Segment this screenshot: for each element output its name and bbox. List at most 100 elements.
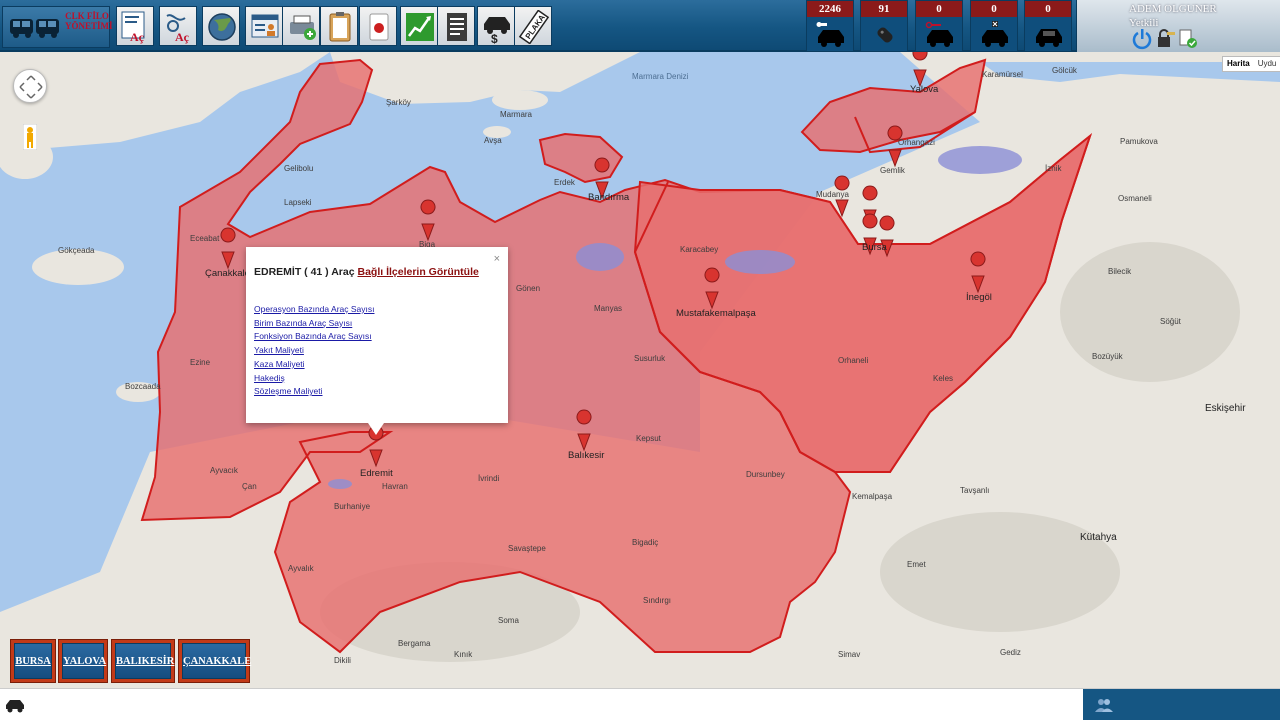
map-label: Avşa — [484, 136, 502, 145]
map-view[interactable]: Marmara Denizi Bursa Balıkesir Edremit B… — [0, 52, 1280, 688]
map-label: Eceabat — [190, 234, 220, 243]
stat-value: 91 — [861, 1, 907, 17]
map-label: Gelibolu — [284, 164, 314, 173]
stat-keys[interactable]: 91 — [860, 0, 908, 52]
key-icon — [877, 27, 893, 43]
map-label: Bandırma — [588, 192, 630, 203]
map-label: Susurluk — [634, 354, 666, 363]
province-button-label: ÇANAKKALE — [182, 643, 251, 679]
popup-report-link[interactable]: Birim Bazında Araç Sayısı — [254, 317, 374, 331]
map-type-map[interactable]: Harita — [1223, 57, 1254, 71]
alert-button[interactable] — [359, 6, 397, 46]
map-label: İvrindi — [478, 474, 500, 483]
user-card-button[interactable] — [245, 6, 283, 46]
popup-districts-link[interactable]: Bağlı İlçelerin Görüntüle — [357, 266, 478, 278]
street-view-pegman-icon[interactable] — [23, 124, 37, 150]
map-type-satellite[interactable]: Uydu — [1254, 57, 1280, 71]
add-vehicle-button[interactable] — [282, 6, 320, 46]
map-label: Bozcaada — [125, 382, 161, 391]
map-label: Havran — [382, 482, 408, 491]
map-label: Ezine — [190, 358, 211, 367]
stat-total-vehicles[interactable]: 2246 — [806, 0, 854, 52]
bottom-user-panel[interactable] — [1083, 689, 1280, 720]
province-button-canakkale[interactable]: ÇANAKKALE — [178, 639, 251, 683]
popup-report-link[interactable]: Kaza Maliyeti — [254, 358, 374, 372]
map-pan-control[interactable] — [13, 69, 47, 103]
map-label: Karamürsel — [982, 70, 1023, 79]
map-label: Dikili — [334, 656, 351, 665]
map-label: Emet — [907, 560, 926, 569]
map-label: Yalova — [910, 84, 939, 95]
logo-text: CLK FİLO YÖNETİMİ — [65, 11, 113, 31]
map-label: Kütahya — [1080, 532, 1117, 543]
map-label: Keles — [933, 374, 954, 383]
map-label: Çanakkale — [205, 268, 250, 279]
cost-button[interactable]: $ — [477, 6, 515, 46]
car-icon — [1036, 29, 1062, 47]
chart-icon — [406, 13, 434, 41]
popup-report-link[interactable]: Sözleşme Maliyeti — [254, 385, 374, 399]
map-label: Çan — [242, 482, 257, 491]
open-route-button[interactable]: Aç — [159, 6, 197, 46]
power-icon[interactable] — [1131, 28, 1153, 50]
map-label: Karacabey — [680, 245, 719, 254]
province-button-label: BALIKESİR — [115, 643, 174, 679]
map-label: Bigadiç — [632, 538, 659, 547]
popup-report-link[interactable]: Fonksiyon Bazında Araç Sayısı — [254, 330, 374, 344]
map-label: Burhaniye — [334, 502, 371, 511]
stat-value: 0 — [1025, 1, 1071, 17]
stat-vehicles[interactable]: 0 — [1024, 0, 1072, 52]
map-label: Edremit — [360, 468, 393, 479]
users-icon — [1095, 699, 1113, 712]
map-base — [0, 52, 1280, 688]
popup-close-button[interactable]: × — [494, 253, 500, 265]
map-label: Eskişehir — [1205, 403, 1246, 414]
map-type-switch[interactable]: Harita Uydu — [1222, 56, 1280, 72]
map-label: Bursa — [862, 242, 887, 253]
chart-button[interactable] — [400, 6, 438, 46]
province-button-label: YALOVA — [62, 643, 106, 679]
map-label: Pamukova — [1120, 137, 1158, 146]
plate-button[interactable]: PLAKA — [514, 6, 552, 46]
security-document-icon[interactable] — [1177, 28, 1199, 50]
stat-keyed-vehicles[interactable]: 0 — [915, 0, 963, 52]
map-label: Gölcük — [1052, 66, 1077, 75]
stat-value: 0 — [971, 1, 1017, 17]
user-panel: ADEM OLGUNER Yetkili — [1076, 0, 1280, 52]
province-button-label: BURSA — [14, 643, 52, 679]
globe-button[interactable] — [202, 6, 240, 46]
map-label: Gönen — [516, 284, 541, 293]
map-label: Mustafakemalpaşa — [676, 308, 756, 319]
clipboard-icon — [329, 12, 351, 42]
map-label: Marmara — [500, 110, 533, 119]
popup-title-text: EDREMİT ( 41 ) Araç — [254, 266, 355, 278]
province-button-yalova[interactable]: YALOVA — [58, 639, 108, 683]
province-button-bursa[interactable]: BURSA — [10, 639, 56, 683]
map-label: Orhangazi — [898, 138, 935, 147]
popup-report-link[interactable]: Operasyon Bazında Araç Sayısı — [254, 303, 374, 317]
map-label-sea: Marmara Denizi — [632, 72, 689, 81]
stat-maintenance[interactable]: 0 — [970, 0, 1018, 52]
map-label: Bergama — [398, 639, 431, 648]
app-logo: CLK FİLO YÖNETİMİ — [2, 6, 113, 48]
province-button-balikesir[interactable]: BALIKESİR — [111, 639, 175, 683]
stat-value: 0 — [916, 1, 962, 17]
map-label: Gökçeada — [58, 246, 95, 255]
map-label: Balıkesir — [568, 450, 605, 461]
popup-report-link[interactable]: Hakediş — [254, 372, 374, 386]
map-label: Orhaneli — [838, 356, 869, 365]
map-label: Gemlik — [880, 166, 905, 175]
map-label: İnegöl — [966, 292, 992, 303]
map-label: Soma — [498, 616, 519, 625]
popup-report-link[interactable]: Yakıt Maliyeti — [254, 344, 374, 358]
document-button[interactable] — [437, 6, 475, 46]
car-key-icon — [925, 21, 953, 47]
license-plate-icon: PLAKA — [518, 10, 550, 44]
car-wrench-icon — [982, 21, 1008, 47]
clipboard-button[interactable] — [320, 6, 358, 46]
car-icon[interactable] — [4, 697, 26, 713]
lock-key-icon[interactable] — [1155, 28, 1177, 50]
map-label: Dursunbey — [746, 470, 785, 479]
open-report-button[interactable]: Aç — [116, 6, 154, 46]
map-label: Sındırgı — [643, 596, 672, 605]
